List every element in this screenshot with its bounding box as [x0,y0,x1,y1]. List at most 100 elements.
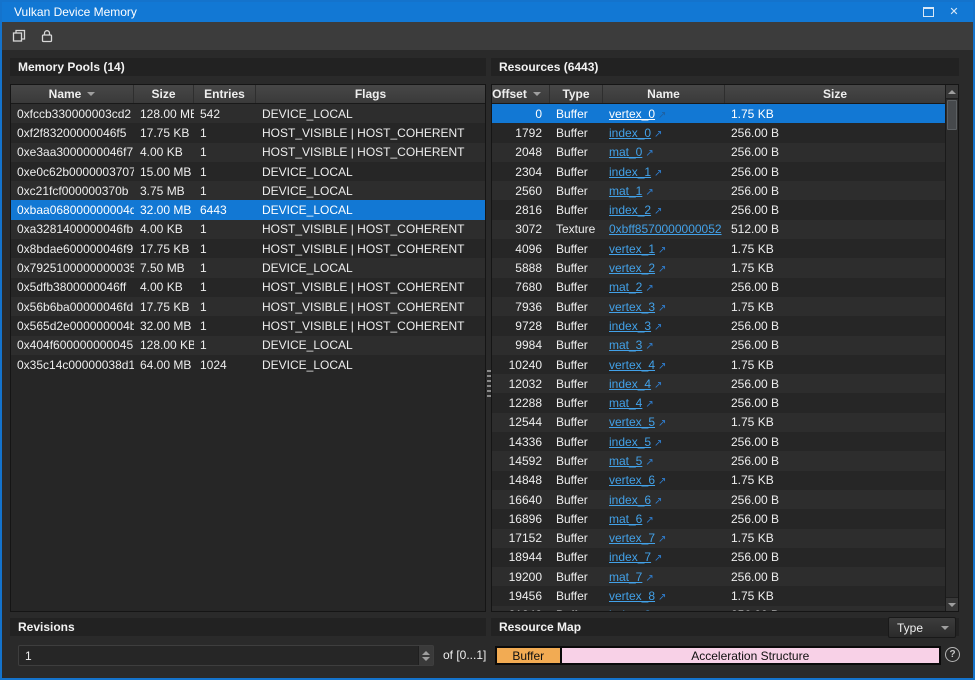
resource-link[interactable]: mat_0 [609,145,642,159]
resource-row[interactable]: 16896Buffermat_6↗256.00 B [492,509,945,528]
lock-button[interactable] [35,24,59,48]
external-link-icon: ↗ [658,110,666,121]
resource-link[interactable]: index_7 [609,550,651,564]
resource-link[interactable]: vertex_1 [609,242,655,256]
resource-link[interactable]: mat_2 [609,280,642,294]
revisions-panel-title: Revisions [10,618,486,636]
resource-link[interactable]: index_2 [609,203,651,217]
memory-pool-row[interactable]: 0x35c14c00000038d164.00 MB1024DEVICE_LOC… [11,355,485,374]
resource-row[interactable]: 14592Buffermat_5↗256.00 B [492,451,945,470]
resource-row[interactable]: 4096Buffervertex_1↗1.75 KB [492,239,945,258]
memory-pool-row[interactable]: 0xe3aa3000000046f74.00 KB1HOST_VISIBLE |… [11,143,485,162]
memory-pool-row[interactable]: 0x8bdae600000046f917.75 KB1HOST_VISIBLE … [11,239,485,258]
resource-row[interactable]: 19456Buffervertex_8↗1.75 KB [492,586,945,605]
memory-pool-row[interactable]: 0xbaa068000000004d32.00 MB6443DEVICE_LOC… [11,200,485,219]
external-link-icon: ↗ [645,399,653,410]
resource-link[interactable]: vertex_4 [609,358,655,372]
map-segment-acceleration-structure[interactable]: Acceleration Structure [562,648,939,663]
external-link-icon: ↗ [658,592,666,603]
resource-row[interactable]: 2560Buffermat_1↗256.00 B [492,181,945,200]
resource-link[interactable]: vertex_6 [609,473,655,487]
resource-link[interactable]: mat_3 [609,338,642,352]
resource-row[interactable]: 12032Bufferindex_4↗256.00 B [492,374,945,393]
revision-spinbox[interactable]: 1 [18,645,434,666]
resource-row[interactable]: 9984Buffermat_3↗256.00 B [492,336,945,355]
memory-pool-row[interactable]: 0xc21fcf000000370b3.75 MB1DEVICE_LOCAL [11,181,485,200]
memory-pool-row[interactable]: 0x56b6ba00000046fd17.75 KB1HOST_VISIBLE … [11,297,485,316]
memory-pool-row[interactable]: 0x404f600000000045128.00 KB1DEVICE_LOCAL [11,336,485,355]
resource-row[interactable]: 17152Buffervertex_7↗1.75 KB [492,529,945,548]
resource-row[interactable]: 12288Buffermat_4↗256.00 B [492,393,945,412]
resource-row[interactable]: 19200Buffermat_7↗256.00 B [492,567,945,586]
resource-row[interactable]: 7680Buffermat_2↗256.00 B [492,278,945,297]
resources-scrollbar[interactable] [945,85,958,611]
scroll-down-button[interactable] [946,597,958,611]
resource-link[interactable]: vertex_2 [609,261,655,275]
column-header-name[interactable]: Name [11,85,134,103]
memory-pool-row[interactable]: 0x565d2e000000004b32.00 MB1HOST_VISIBLE … [11,316,485,335]
resource-row[interactable]: 3072Texture0xbff8570000000052↗512.00 B [492,220,945,239]
column-header-type[interactable]: Type [550,85,603,103]
memory-pool-row[interactable]: 0xa3281400000046fb4.00 KB1HOST_VISIBLE |… [11,220,485,239]
resource-link[interactable]: 0xbff8570000000052 [609,222,722,236]
resource-row[interactable]: 12544Buffervertex_5↗1.75 KB [492,413,945,432]
resource-map-bar: BufferAcceleration Structure [495,646,941,665]
close-button[interactable]: ✕ [947,5,961,19]
memory-pool-row[interactable]: 0x5dfb3800000046ff4.00 KB1HOST_VISIBLE |… [11,278,485,297]
resource-link[interactable]: index_6 [609,493,651,507]
resource-row[interactable]: 14336Bufferindex_5↗256.00 B [492,432,945,451]
resource-row[interactable]: 9728Bufferindex_3↗256.00 B [492,316,945,335]
resource-row[interactable]: 21248Bufferindex_8↗256.00 B [492,606,945,611]
resource-link[interactable]: vertex_7 [609,531,655,545]
resource-row[interactable]: 0Buffervertex_0↗1.75 KB [492,104,945,123]
resource-row[interactable]: 18944Bufferindex_7↗256.00 B [492,548,945,567]
column-header-size[interactable]: Size [725,85,945,103]
spinner-buttons[interactable] [418,646,433,665]
resource-row[interactable]: 10240Buffervertex_4↗1.75 KB [492,355,945,374]
copy-button[interactable] [7,24,31,48]
column-header-name[interactable]: Name [603,85,725,103]
resource-row[interactable]: 2304Bufferindex_1↗256.00 B [492,162,945,181]
memory-pool-row[interactable]: 0xf2f83200000046f517.75 KB1HOST_VISIBLE … [11,123,485,142]
resource-link[interactable]: index_4 [609,377,651,391]
help-button[interactable]: ? [945,647,960,662]
resource-row[interactable]: 1792Bufferindex_0↗256.00 B [492,123,945,142]
resource-map-type-dropdown[interactable]: Type [888,617,956,638]
external-link-icon: ↗ [645,341,653,352]
resource-link[interactable]: index_1 [609,165,651,179]
column-header-offset[interactable]: Offset [492,85,550,103]
memory-pool-row[interactable]: 0x79251000000000357.50 MB1DEVICE_LOCAL [11,258,485,277]
revision-value[interactable]: 1 [19,646,418,665]
column-header-size[interactable]: Size [134,85,194,103]
resource-row[interactable]: 2048Buffermat_0↗256.00 B [492,143,945,162]
external-link-icon: ↗ [654,129,662,140]
resource-link[interactable]: mat_5 [609,454,642,468]
resource-link[interactable]: mat_6 [609,512,642,526]
titlebar[interactable]: Vulkan Device Memory ✕ [2,2,973,22]
resource-link[interactable]: mat_4 [609,396,642,410]
map-segment-buffer[interactable]: Buffer [497,648,562,663]
resource-link[interactable]: index_0 [609,126,651,140]
resource-link[interactable]: vertex_5 [609,415,655,429]
resource-row[interactable]: 2816Bufferindex_2↗256.00 B [492,200,945,219]
resource-link[interactable]: vertex_8 [609,589,655,603]
memory-pool-row[interactable]: 0xfccb330000003cd2128.00 MB542DEVICE_LOC… [11,104,485,123]
resource-link[interactable]: index_8 [609,608,651,611]
maximize-button[interactable] [921,5,935,19]
scrollbar-thumb[interactable] [947,100,957,130]
resource-link[interactable]: index_3 [609,319,651,333]
resource-row[interactable]: 7936Buffervertex_3↗1.75 KB [492,297,945,316]
resource-link[interactable]: vertex_0 [609,107,655,121]
column-header-flags[interactable]: Flags [256,85,485,103]
memory-pool-row[interactable]: 0xe0c62b000000370715.00 MB1DEVICE_LOCAL [11,162,485,181]
resource-link[interactable]: vertex_3 [609,300,655,314]
external-link-icon: ↗ [654,168,662,179]
resource-row[interactable]: 16640Bufferindex_6↗256.00 B [492,490,945,509]
resource-link[interactable]: index_5 [609,435,651,449]
resource-link[interactable]: mat_7 [609,570,642,584]
scroll-up-button[interactable] [946,85,958,99]
resource-row[interactable]: 14848Buffervertex_6↗1.75 KB [492,471,945,490]
resource-row[interactable]: 5888Buffervertex_2↗1.75 KB [492,258,945,277]
resource-link[interactable]: mat_1 [609,184,642,198]
column-header-entries[interactable]: Entries [194,85,256,103]
